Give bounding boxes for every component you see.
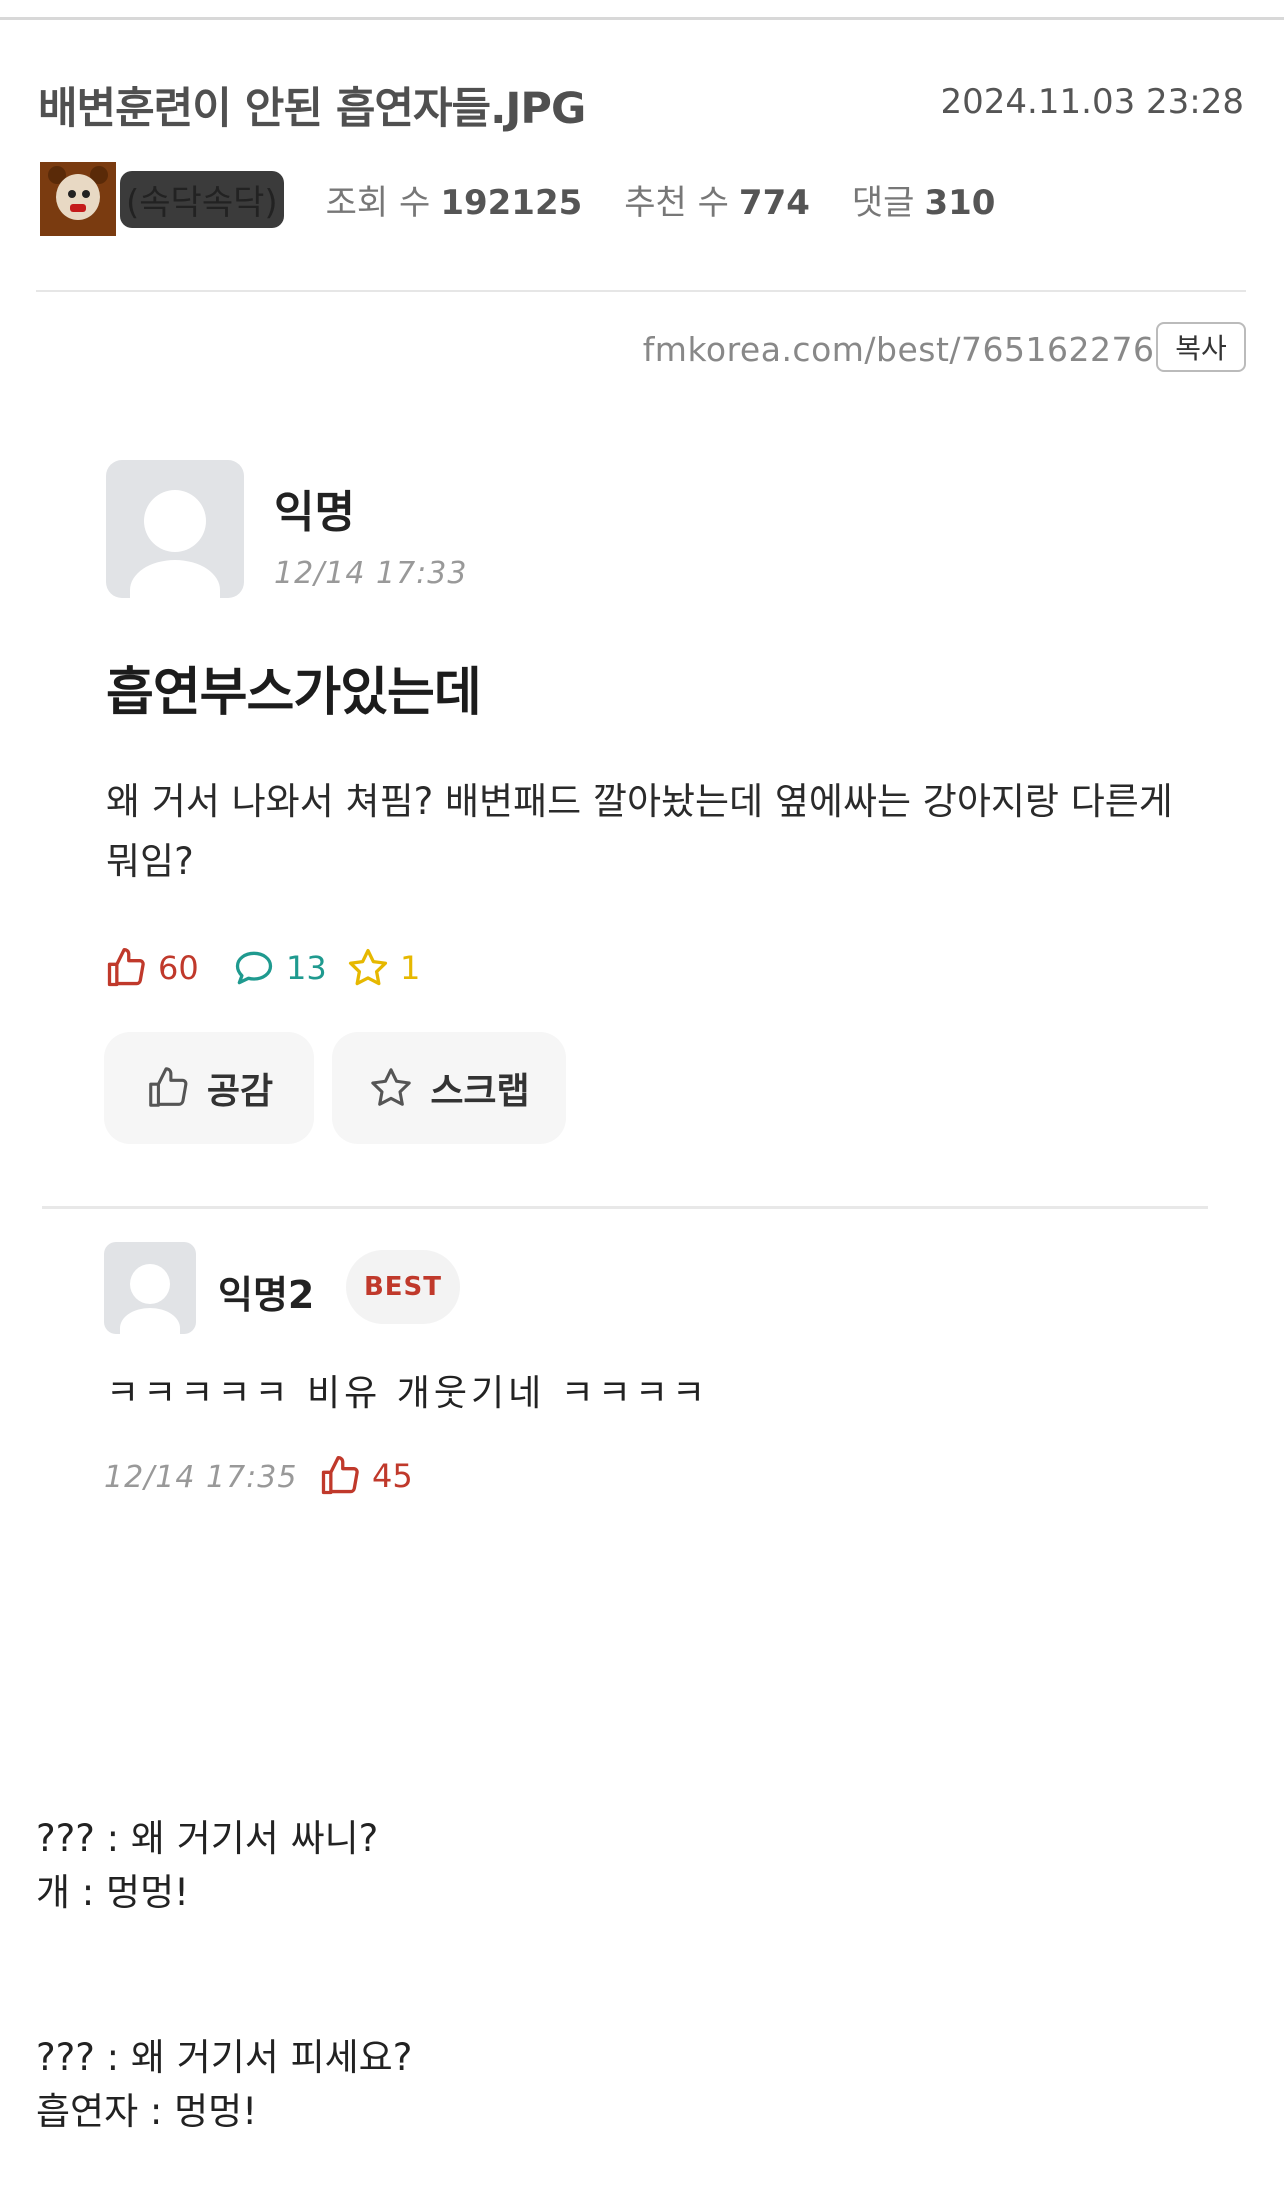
reply-like-count: 45 xyxy=(372,1457,413,1495)
comment-stat: 13 xyxy=(232,946,327,990)
caption-line-1: ??? : 왜 거기서 싸니? xyxy=(36,1817,379,1860)
like-button-label: 공감 xyxy=(206,1071,274,1112)
best-badge: BEST xyxy=(346,1250,460,1324)
like-count: 60 xyxy=(158,949,199,987)
caption-line-4: 흡연자 : 멍멍! xyxy=(36,2090,258,2133)
views-value: 192125 xyxy=(440,182,583,223)
like-stat: 60 xyxy=(104,946,199,990)
scrap-button-label: 스크랩 xyxy=(430,1071,530,1112)
comments-value: 310 xyxy=(924,182,996,223)
caption-line-2: 개 : 멍멍! xyxy=(36,1871,189,1914)
top-divider xyxy=(0,17,1284,20)
speech-bubble-icon xyxy=(235,951,273,985)
reply-time: 12/14 17:35 xyxy=(104,1460,298,1495)
recommend-count: 추천 수 774 xyxy=(624,175,810,224)
reply-author: 익명2 xyxy=(218,1273,315,1317)
copy-url-button[interactable]: 복사 xyxy=(1156,322,1246,372)
reply-like-stat: 45 xyxy=(318,1454,413,1498)
post-meta: (속닥속닥) 조회 수 192125 추천 수 774 댓글 310 xyxy=(40,162,995,236)
author-avatar[interactable] xyxy=(40,162,116,236)
post-url[interactable]: fmkorea.com/best/7651622762 xyxy=(643,330,1176,369)
avatar-body xyxy=(120,1308,180,1334)
post-title: 배변훈련이 안된 흡연자들.JPG xyxy=(38,84,586,134)
comment-heading: 흡연부스가있는데 xyxy=(106,663,482,723)
scrap-button[interactable]: 스크랩 xyxy=(332,1032,566,1144)
avatar-eye-right xyxy=(82,190,90,198)
comments-label: 댓글 xyxy=(851,182,915,223)
comment-body: 왜 거서 나와서 쳐핌? 배변패드 깔아놨는데 옆에싸는 강아지랑 다른게뭐임? xyxy=(106,780,1173,883)
thumbs-up-icon xyxy=(149,1067,188,1107)
like-button[interactable]: 공감 xyxy=(104,1032,314,1144)
views-label: 조회 수 xyxy=(325,182,431,223)
reply-text: ㅋㅋㅋㅋㅋ 비유 개웃기네 ㅋㅋㅋㅋ xyxy=(106,1373,710,1414)
post-date: 2024.11.03 23:28 xyxy=(940,82,1244,122)
anonymous-avatar xyxy=(106,460,244,598)
avatar-mask xyxy=(70,204,86,212)
header-divider xyxy=(36,290,1246,292)
views-count: 조회 수 192125 xyxy=(326,175,583,224)
avatar-face xyxy=(56,174,100,220)
avatar-eye-left xyxy=(68,190,76,198)
author-name[interactable]: (속닥속닥) xyxy=(120,170,284,228)
comments-count[interactable]: 댓글 310 xyxy=(852,175,996,224)
comment-count: 13 xyxy=(286,949,327,987)
comment-author: 익명 xyxy=(274,487,355,538)
scrap-stat: 1 xyxy=(346,946,420,990)
reply-avatar xyxy=(104,1242,196,1334)
avatar-head xyxy=(144,490,206,552)
scrap-count: 1 xyxy=(400,949,421,987)
comment-time: 12/14 17:33 xyxy=(274,556,468,591)
comment-divider xyxy=(42,1206,1208,1209)
thumbs-up-icon xyxy=(321,1456,359,1495)
star-icon xyxy=(371,1068,412,1106)
caption-line-3: ??? : 왜 거기서 피세요? xyxy=(36,2036,413,2079)
star-icon xyxy=(348,948,388,986)
recommend-label: 추천 수 xyxy=(624,182,729,223)
thumbs-up-icon xyxy=(107,948,145,987)
recommend-value: 774 xyxy=(738,182,810,223)
avatar-body xyxy=(130,560,220,598)
avatar-head xyxy=(130,1264,170,1304)
